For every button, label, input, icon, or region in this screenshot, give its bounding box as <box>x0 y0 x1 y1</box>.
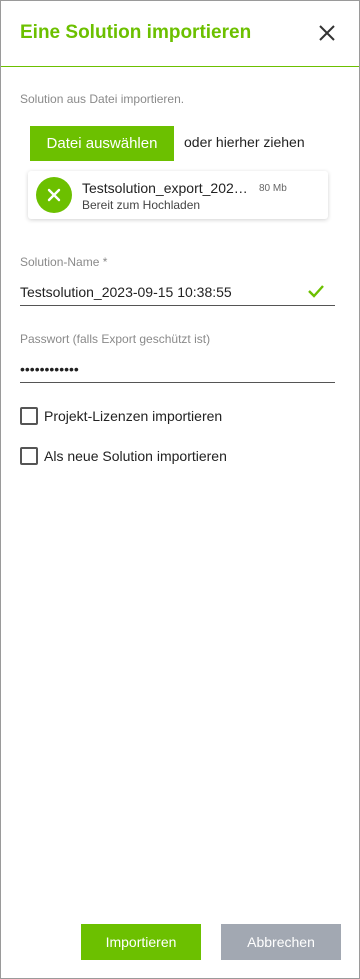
checkbox-label: Projekt-Lizenzen importieren <box>44 408 223 424</box>
choose-file-button[interactable]: Datei auswählen <box>30 126 174 161</box>
checkbox-box[interactable] <box>20 447 38 465</box>
close-icon[interactable] <box>315 21 339 45</box>
dialog-title: Eine Solution importieren <box>20 22 252 43</box>
checkbox-box[interactable] <box>20 407 38 425</box>
dialog-header: Eine Solution importieren <box>1 1 359 67</box>
upload-hint: Solution aus Datei importieren. <box>20 92 185 106</box>
checkbox-new-solution[interactable]: Als neue Solution importieren <box>20 446 227 466</box>
file-size: 80 Mb <box>259 183 287 194</box>
import-solution-dialog: Eine Solution importieren Solution aus D… <box>0 0 360 979</box>
password-label: Passwort (falls Export geschützt ist) <box>20 332 211 346</box>
close-circle-icon[interactable] <box>36 177 72 213</box>
checkmark-icon <box>306 283 326 299</box>
checkbox-project-licenses[interactable]: Projekt-Lizenzen importieren <box>20 406 222 426</box>
checkbox-label: Als neue Solution importieren <box>44 448 227 464</box>
file-card: Testsolution_export_2023-09-15 10:38:55 … <box>28 171 328 219</box>
drop-hint: oder hierher ziehen <box>184 134 305 150</box>
file-status: Bereit zum Hochladen <box>82 198 201 212</box>
password-input[interactable] <box>20 355 335 383</box>
cancel-button[interactable]: Abbrechen <box>221 924 341 960</box>
solution-name-input[interactable] <box>20 278 335 306</box>
file-name: Testsolution_export_2023-09-15 10:38:55 <box>82 180 252 196</box>
solution-name-label: Solution-Name * <box>20 255 108 269</box>
import-button[interactable]: Importieren <box>81 924 201 960</box>
